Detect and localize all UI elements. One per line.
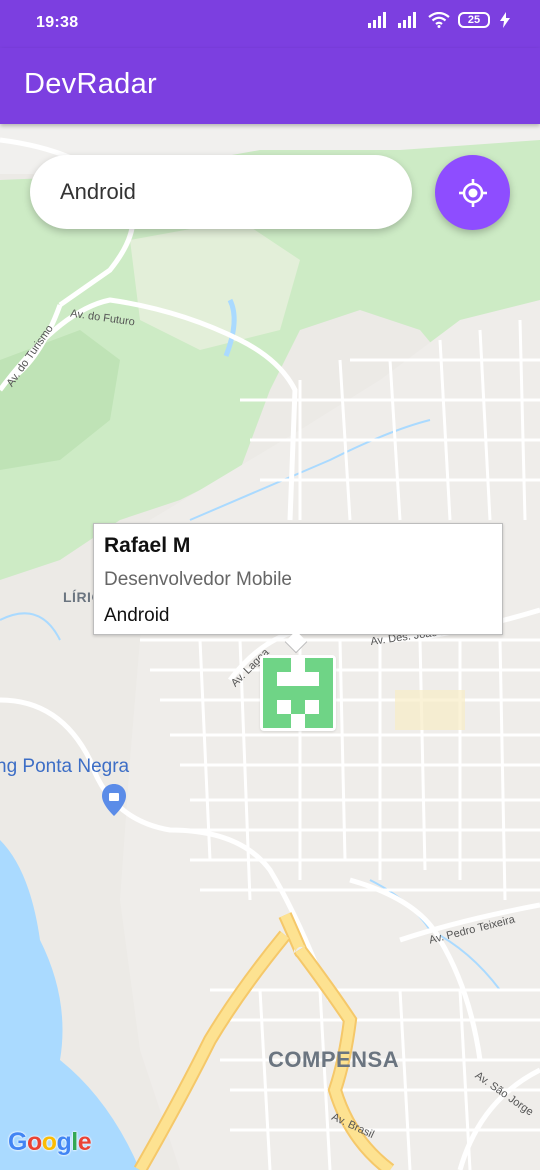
app-title: DevRadar xyxy=(24,68,157,100)
avatar xyxy=(263,658,333,728)
my-location-icon xyxy=(458,178,487,207)
status-icons: 25 xyxy=(368,12,512,28)
dev-callout[interactable]: Rafael M Desenvolvedor Mobile Android xyxy=(93,523,503,635)
wifi-icon xyxy=(428,12,450,28)
google-logo: Google xyxy=(8,1128,92,1156)
map-label-neighborhood: COMPENSA xyxy=(268,1047,400,1072)
map-label-poi: ng Ponta Negra xyxy=(0,756,130,777)
charging-icon xyxy=(500,12,510,28)
signal-icon xyxy=(398,12,416,28)
status-time: 19:38 xyxy=(36,14,79,31)
signal-icon xyxy=(368,12,386,28)
dev-techs: Android xyxy=(104,605,170,626)
status-bar: 19:38 25 xyxy=(0,0,540,48)
poi-pin-icon xyxy=(102,784,126,816)
dev-name: Rafael M xyxy=(104,534,191,557)
app-bar: DevRadar xyxy=(0,48,540,124)
dev-bio: Desenvolvedor Mobile xyxy=(104,569,292,590)
map-canvas[interactable] xyxy=(0,124,540,1170)
my-location-button[interactable] xyxy=(435,155,510,230)
search-input[interactable] xyxy=(60,155,390,229)
battery-icon: 25 xyxy=(458,12,490,28)
dev-marker-avatar[interactable] xyxy=(260,655,336,731)
map-view[interactable] xyxy=(0,124,540,1170)
search-box[interactable] xyxy=(30,155,412,229)
